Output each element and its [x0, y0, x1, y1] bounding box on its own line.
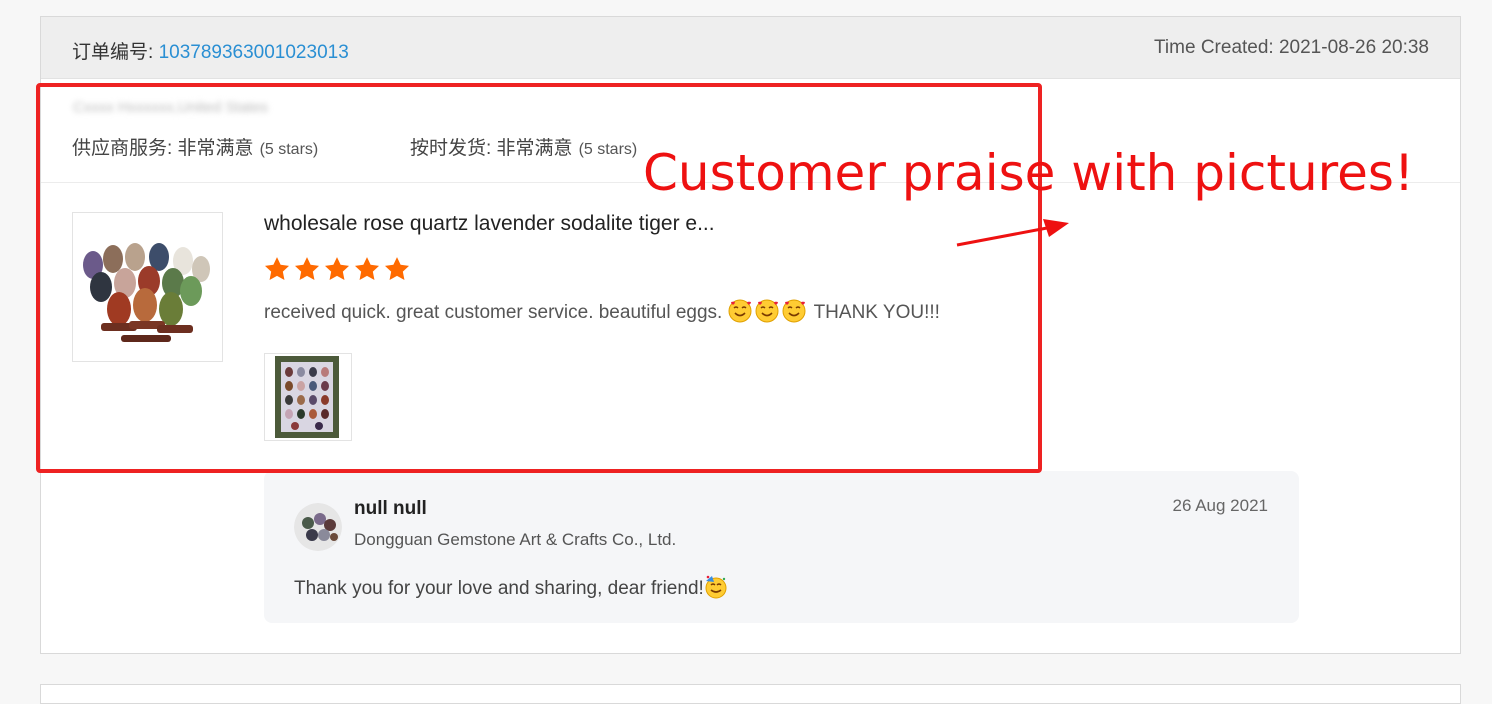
reply-author-name: null null: [354, 498, 427, 519]
highlight-box: [36, 83, 1042, 473]
time-created: Time Created: 2021-08-26 20:38: [1154, 37, 1429, 58]
avatar: [294, 503, 342, 551]
order-number-link[interactable]: 103789363001023013: [159, 42, 349, 63]
reply-date: 26 Aug 2021: [1172, 496, 1268, 515]
reply-company[interactable]: Dongguan Gemstone Art & Crafts Co., Ltd.: [354, 530, 676, 550]
order-number-row: 订单编号: 103789363001023013: [72, 37, 349, 64]
seller-reply: null null Dongguan Gemstone Art & Crafts…: [264, 471, 1299, 623]
order-header: 订单编号: 103789363001023013 Time Created: 2…: [41, 17, 1460, 79]
next-order-card: [40, 684, 1461, 704]
reply-body: Thank you for your love and sharing, dea…: [294, 578, 704, 599]
order-number-label: 订单编号:: [72, 42, 159, 63]
annotation-text: Customer praise with pictures!: [643, 144, 1414, 202]
partying-face-icon: [705, 575, 727, 599]
arrow-icon: [956, 219, 1069, 247]
reply-text: Thank you for your love and sharing, dea…: [294, 575, 731, 600]
